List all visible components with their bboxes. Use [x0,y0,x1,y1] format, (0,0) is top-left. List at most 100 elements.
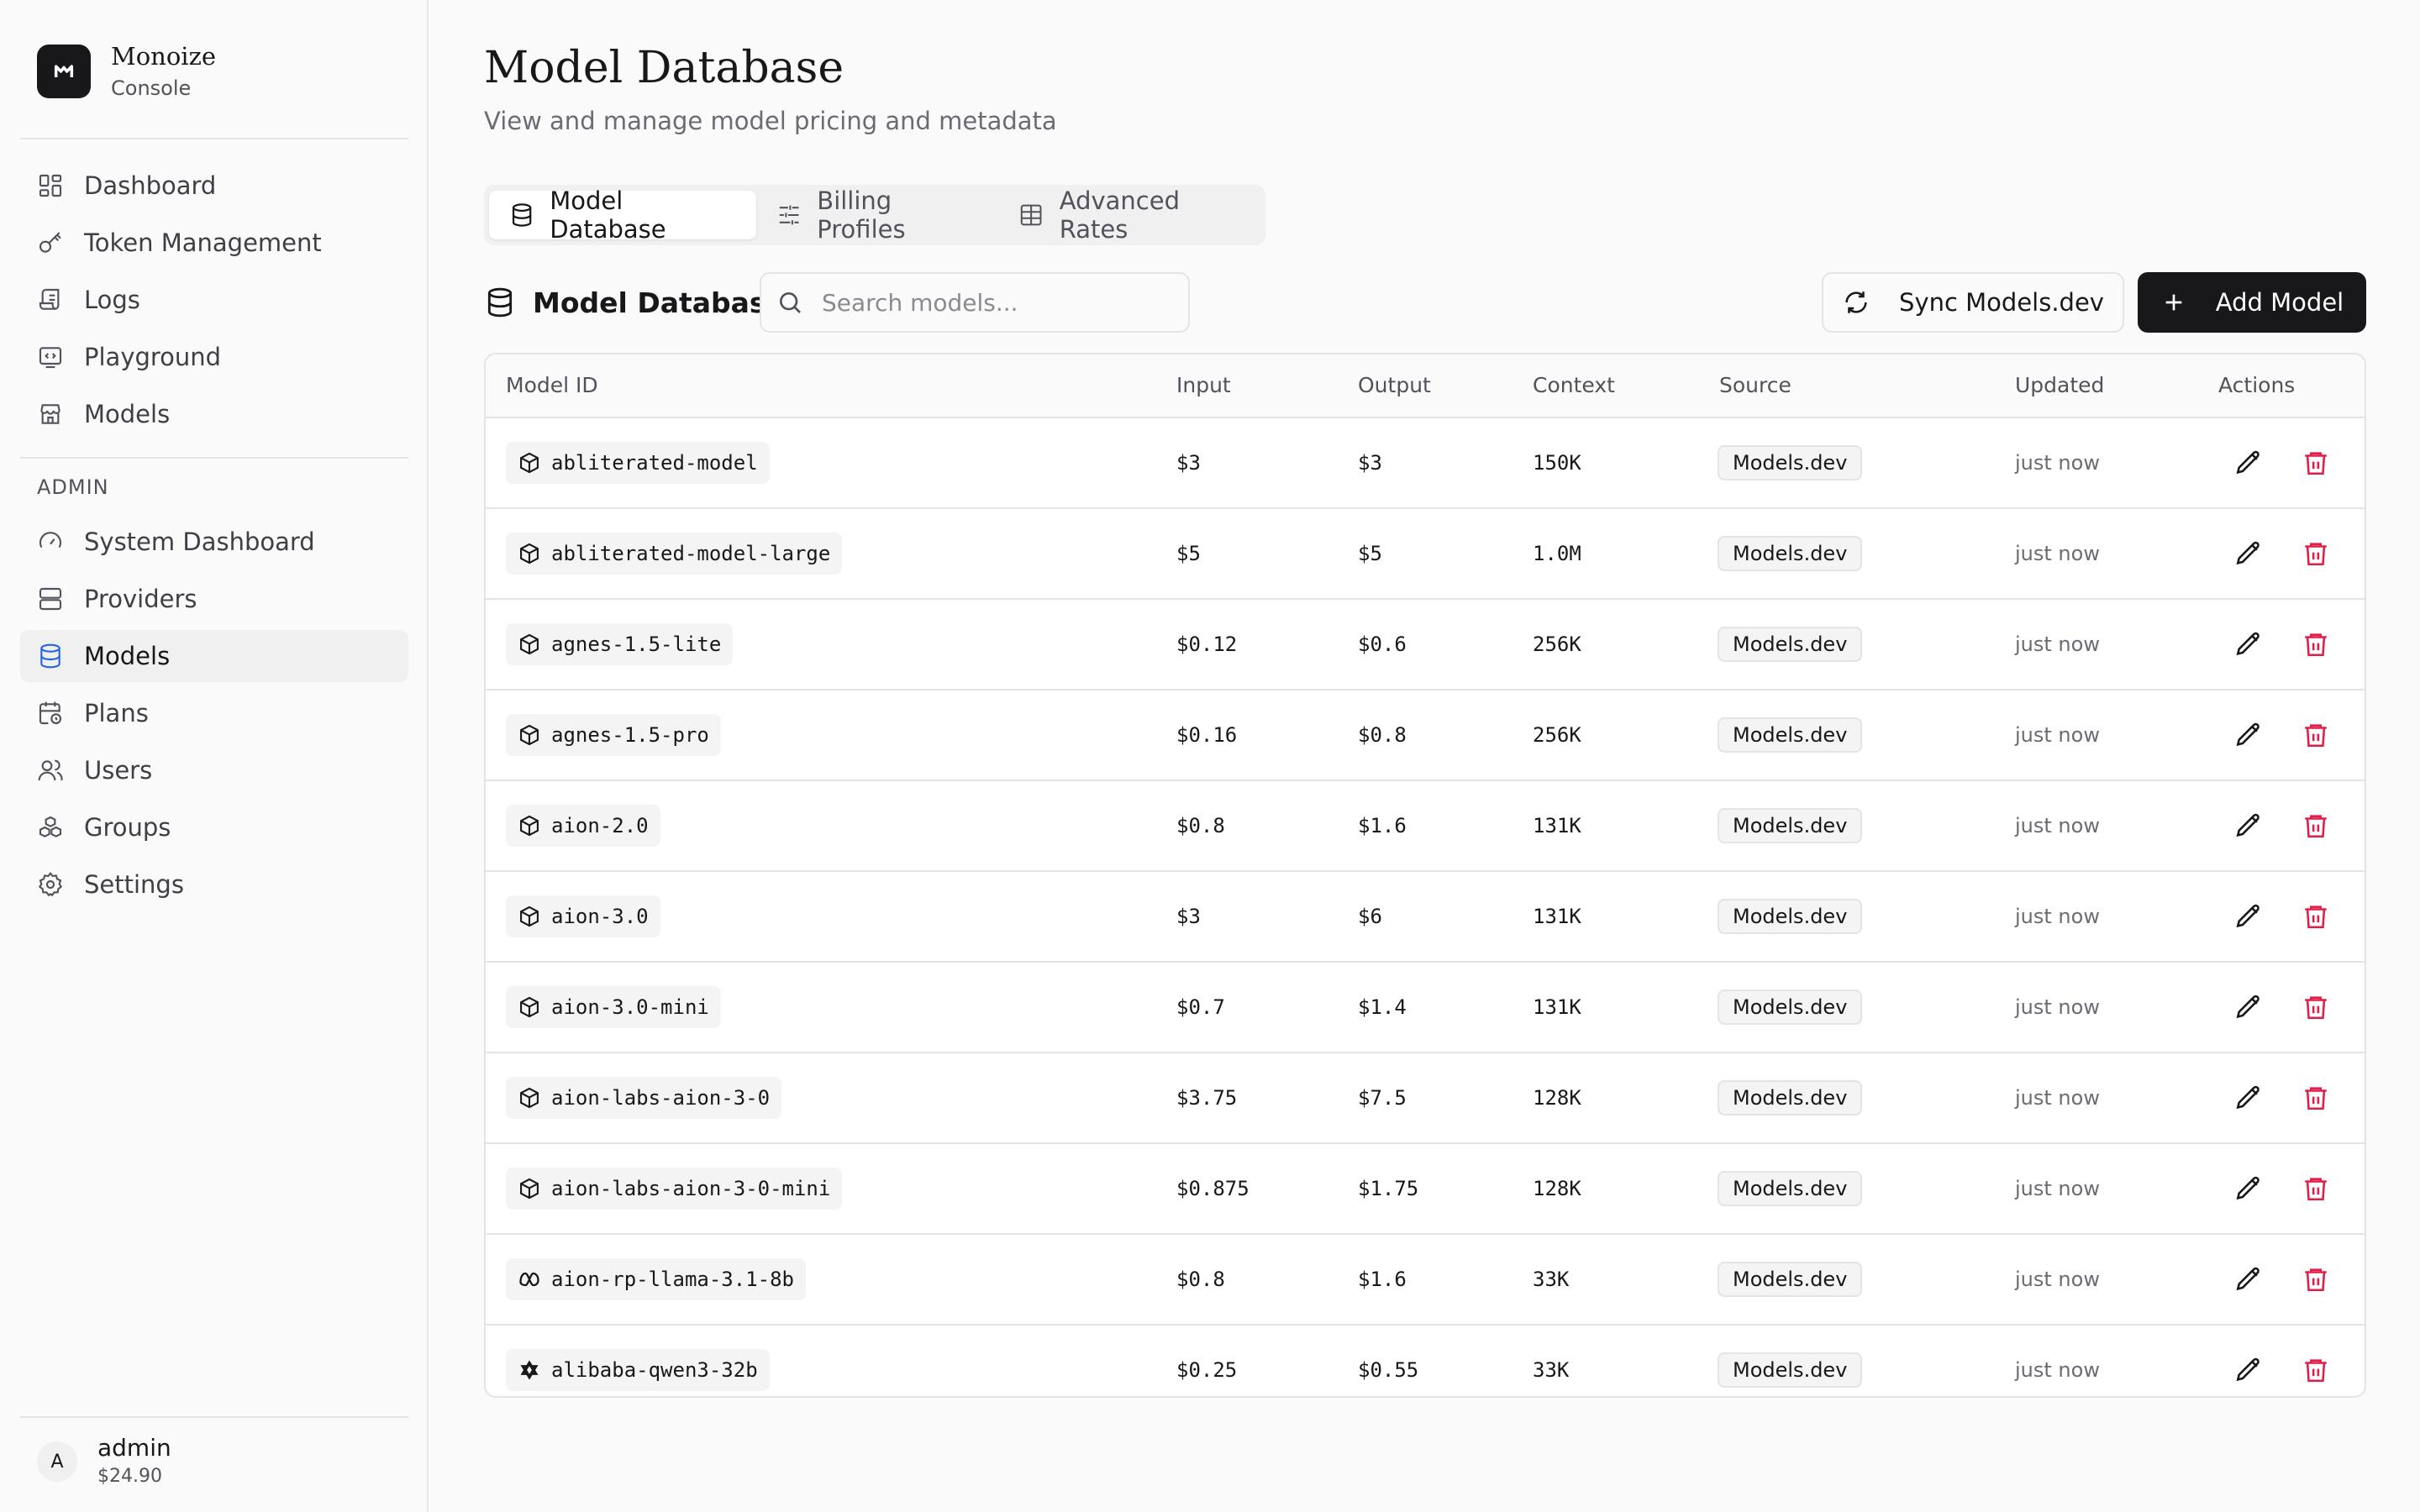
sidebar-item-playground[interactable]: Playground [20,331,408,383]
updated-time: just now [2015,905,2100,928]
sidebar-item-models[interactable]: Models [20,388,408,440]
table-row[interactable]: aion-labs-aion-3-0 $3.75 $7.5 128K Model… [486,1053,2365,1144]
admin-nav: System Dashboard Providers Models Plans … [20,516,408,916]
edit-button[interactable] [2232,809,2265,843]
delete-button[interactable] [2299,627,2333,661]
add-model-button[interactable]: Add Model [2138,272,2366,333]
sidebar-divider [20,457,408,459]
table-row[interactable]: agnes-1.5-pro $0.16 $0.8 256K Models.dev… [486,690,2365,781]
brand[interactable]: Monoize Console [37,42,216,101]
pencil-icon [2236,1085,2260,1110]
table-icon [1021,204,1042,226]
context-length: 1.0M [1533,542,1581,565]
updated-time: just now [2015,1177,2100,1200]
delete-button[interactable] [2299,990,2333,1024]
user-name: admin [97,1434,171,1462]
model-id-chip: agnes-1.5-lite [506,623,734,665]
model-id-chip: aion-3.0 [506,895,660,937]
column-header-context[interactable]: Context [1533,354,1615,417]
input-price: $3.75 [1176,1086,1238,1110]
input-price: $0.16 [1176,723,1238,747]
brand-subtitle: Console [111,76,192,100]
search-box[interactable] [760,272,1190,333]
edit-button[interactable] [2232,990,2265,1024]
column-header-source[interactable]: Source [1719,354,1791,417]
model-id-chip: aion-2.0 [506,805,660,847]
table-row[interactable]: alibaba-qwen3-32b $0.25 $0.55 33K Models… [486,1326,2365,1396]
trash-icon [2305,906,2327,929]
edit-button[interactable] [2232,1081,2265,1115]
user-menu[interactable]: A admin $24.90 [37,1435,171,1488]
delete-button[interactable] [2299,809,2333,843]
table-row[interactable]: abliterated-model $3 $3 150K Models.dev … [486,418,2365,509]
delete-button[interactable] [2299,537,2333,570]
sidebar-item-plans[interactable]: Plans [20,687,408,739]
table-row[interactable]: abliterated-model-large $5 $5 1.0M Model… [486,509,2365,600]
input-price: $0.8 [1176,1268,1225,1291]
column-header-output[interactable]: Output [1358,354,1431,417]
model-id-chip: aion-rp-llama-3.1-8b [506,1258,806,1300]
sidebar-item-system-dashboard[interactable]: System Dashboard [20,516,408,568]
delete-button[interactable] [2299,1263,2333,1296]
edit-button[interactable] [2232,1353,2265,1387]
search-input[interactable] [820,287,1176,318]
table-row[interactable]: aion-labs-aion-3-0-mini $0.875 $1.75 128… [486,1144,2365,1235]
input-price: $3 [1176,905,1201,928]
cube-icon [520,906,539,927]
sidebar-item-settings[interactable]: Settings [20,858,408,911]
logs-icon [39,288,60,310]
table-row[interactable]: aion-2.0 $0.8 $1.6 131K Models.dev just … [486,781,2365,872]
model-id-chip: abliterated-model [506,442,770,484]
sidebar-item-label: System Dashboard [84,528,315,556]
column-header-input[interactable]: Input [1176,354,1231,417]
sidebar: Monoize Console Dashboard Token Manageme… [0,0,429,1512]
edit-button[interactable] [2232,446,2265,480]
context-length: 131K [1533,905,1581,928]
pencil-icon [2236,904,2260,928]
table-row[interactable]: aion-3.0-mini $0.7 $1.4 131K Models.dev … [486,963,2365,1053]
table-row[interactable]: agnes-1.5-lite $0.12 $0.6 256K Models.de… [486,600,2365,690]
table-row[interactable]: aion-3.0 $3 $6 131K Models.dev just now [486,872,2365,963]
table-row[interactable]: aion-rp-llama-3.1-8b $0.8 $1.6 33K Model… [486,1235,2365,1326]
source-badge: Models.dev [1718,627,1863,662]
trash-icon [2305,996,2327,1020]
tab-label: Advanced Rates [1059,186,1180,244]
delete-button[interactable] [2299,446,2333,480]
page-title: Model Database [484,43,844,93]
qwen-icon [520,1360,539,1380]
delete-button[interactable] [2299,718,2333,752]
tab-advanced-rates[interactable]: Advanced Rates [998,186,1265,244]
sidebar-item-providers[interactable]: Providers [20,573,408,625]
sidebar-item-groups[interactable]: Groups [20,801,408,853]
edit-button[interactable] [2232,718,2265,752]
delete-button[interactable] [2299,1353,2333,1387]
sidebar-item-dashboard[interactable]: Dashboard [20,160,408,212]
edit-button[interactable] [2232,900,2265,933]
edit-button[interactable] [2232,1172,2265,1205]
sidebar-item-models-admin[interactable]: Models [20,630,408,682]
sidebar-item-users[interactable]: Users [20,744,408,796]
sidebar-item-token-management[interactable]: Token Management [20,217,408,269]
output-price: $3 [1358,451,1382,475]
sidebar-item-label: Playground [84,343,222,371]
tab-model-database[interactable]: Model Database [489,186,757,244]
sync-models-button[interactable]: Sync Models.dev [1822,272,2124,333]
column-header-updated[interactable]: Updated [2015,354,2104,417]
model-id: aion-2.0 [551,814,649,837]
delete-button[interactable] [2299,1172,2333,1205]
cube-icon [520,996,539,1018]
edit-button[interactable] [2232,627,2265,661]
trash-icon [2305,1178,2327,1201]
edit-button[interactable] [2232,537,2265,570]
input-price: $3 [1176,451,1201,475]
edit-button[interactable] [2232,1263,2265,1296]
delete-button[interactable] [2299,1081,2333,1115]
column-header-model-id[interactable]: Model ID [506,354,598,417]
input-price: $5 [1176,542,1201,565]
sidebar-item-logs[interactable]: Logs [20,274,408,326]
model-id-chip: aion-3.0-mini [506,986,721,1028]
tab-billing-profiles[interactable]: Billing Profiles [756,186,998,244]
source-badge: Models.dev [1718,717,1863,753]
sidebar-item-label: Settings [84,870,184,899]
delete-button[interactable] [2299,900,2333,933]
